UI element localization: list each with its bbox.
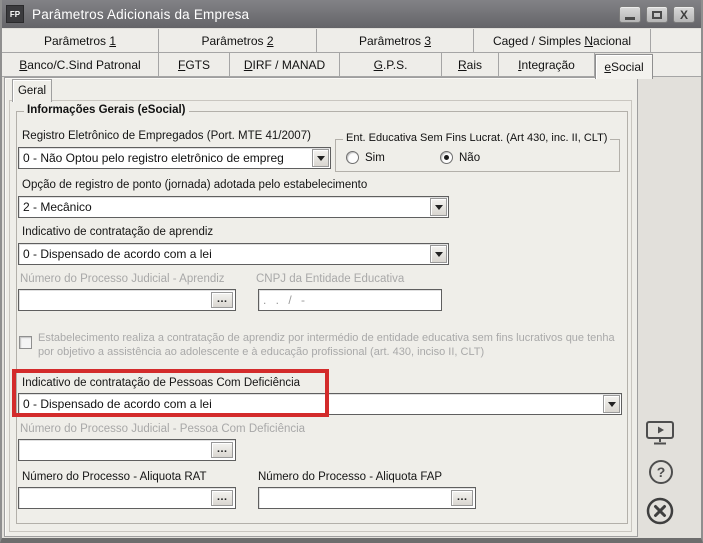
tab-integracao[interactable]: Integração	[499, 53, 595, 77]
tab-row2-filler	[653, 53, 701, 77]
tab-parametros-3[interactable]: Parâmetros 3	[317, 29, 474, 53]
app-icon: FP	[6, 5, 24, 23]
chevron-down-icon[interactable]	[430, 198, 447, 216]
registro-eletronico-select[interactable]: 0 - Não Optou pelo registro eletrônico d…	[18, 147, 331, 169]
help-button[interactable]: ?	[648, 459, 674, 490]
tab-geral[interactable]: Geral	[12, 79, 52, 102]
pcd-label: Indicativo de contratação de Pessoas Com…	[22, 377, 301, 389]
circle-x-icon	[646, 497, 674, 525]
aprendiz-label: Indicativo de contratação de aprendiz	[22, 226, 214, 238]
ent-educativa-title: Ent. Educativa Sem Fins Lucrat. (Art 430…	[343, 132, 611, 144]
maximize-icon	[652, 10, 662, 19]
monitor-play-icon	[646, 421, 674, 445]
question-mark-icon: ?	[649, 460, 673, 484]
titlebar[interactable]: FP Parâmetros Adicionais da Empresa X	[2, 0, 701, 28]
registro-ponto-label: Opção de registro de ponto (jornada) ado…	[22, 179, 368, 191]
tab-fgts[interactable]: FGTS	[159, 53, 230, 77]
chevron-down-icon[interactable]	[603, 395, 620, 413]
processo-aprendiz-label: Número do Processo Judicial - Aprendiz	[20, 273, 225, 285]
close-button[interactable]: X	[673, 6, 695, 23]
radio-sim[interactable]: Sim	[346, 151, 385, 164]
radio-sim-circle[interactable]	[346, 151, 359, 164]
tab-parametros-1[interactable]: Parâmetros 1	[2, 29, 159, 53]
ent-educativa-groupbox: Ent. Educativa Sem Fins Lucrat. (Art 430…	[335, 132, 620, 172]
radio-nao-circle[interactable]	[440, 151, 453, 164]
lookup-ellipsis-button[interactable]: …	[211, 490, 233, 506]
close-icon: X	[679, 7, 688, 22]
lookup-ellipsis-button[interactable]: …	[451, 490, 473, 506]
cnpj-entidade-input[interactable]: . . / -	[258, 289, 442, 311]
processo-pcd-input[interactable]: …	[18, 439, 236, 461]
window-title: Parâmetros Adicionais da Empresa	[32, 6, 250, 22]
processo-pcd-label: Número do Processo Judicial - Pessoa Com…	[20, 423, 306, 435]
tab-parametros-2[interactable]: Parâmetros 2	[159, 29, 317, 53]
cancel-button[interactable]	[646, 497, 674, 530]
video-help-button[interactable]	[645, 420, 675, 451]
tab-gps[interactable]: G.P.S.	[340, 53, 442, 77]
processo-rat-input[interactable]: …	[18, 487, 236, 509]
tab-caged-simples-nacional[interactable]: Caged / Simples Nacional	[474, 29, 651, 53]
minimize-button[interactable]	[619, 6, 641, 23]
tab-esocial[interactable]: eSocial	[595, 54, 653, 79]
registro-ponto-select[interactable]: 2 - Mecânico	[18, 196, 449, 218]
radio-nao[interactable]: Não	[440, 151, 480, 164]
maximize-button[interactable]	[646, 6, 668, 23]
processo-fap-input[interactable]: …	[258, 487, 476, 509]
svg-text:?: ?	[657, 464, 666, 480]
processo-aprendiz-input[interactable]: …	[18, 289, 236, 311]
cnpj-entidade-label: CNPJ da Entidade Educativa	[256, 273, 405, 285]
tab-dirf-manad[interactable]: DIRF / MANAD	[230, 53, 340, 77]
informacoes-gerais-groupbox: Informações Gerais (eSocial)	[16, 104, 628, 524]
chevron-down-icon[interactable]	[430, 245, 447, 263]
registro-eletronico-label: Registro Eletrônico de Empregados (Port.…	[22, 130, 311, 142]
groupbox-title: Informações Gerais (eSocial)	[24, 104, 189, 116]
tab-row1-filler	[651, 29, 701, 53]
tab-rais[interactable]: Rais	[442, 53, 499, 77]
lookup-ellipsis-button[interactable]: …	[211, 442, 233, 458]
processo-fap-label: Número do Processo - Aliquota FAP	[258, 471, 443, 483]
lookup-ellipsis-button[interactable]: …	[211, 292, 233, 308]
processo-rat-label: Número do Processo - Aliquota RAT	[22, 471, 207, 483]
dialog-window: FP Parâmetros Adicionais da Empresa X Pa…	[0, 0, 703, 543]
aprendiz-select[interactable]: 0 - Dispensado de acordo com a lei	[18, 243, 449, 265]
chevron-down-icon[interactable]	[312, 149, 329, 167]
estabelecimento-checkbox-label: Estabelecimento realiza a contratação de…	[38, 332, 615, 358]
tab-banco-csind-patronal[interactable]: Banco/C.Sind Patronal	[2, 53, 159, 77]
estabelecimento-checkbox[interactable]	[19, 336, 32, 349]
pcd-select[interactable]: 0 - Dispensado de acordo com a lei	[18, 393, 622, 415]
minimize-icon	[625, 16, 635, 20]
